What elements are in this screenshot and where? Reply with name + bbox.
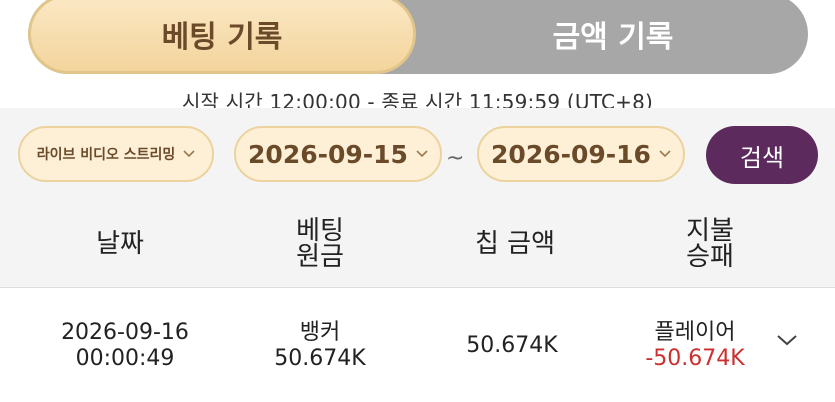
table-row[interactable]: 2026-09-16 00:00:49 뱅커 50.674K 50.674K 플… [0,289,835,402]
chevron-down-icon[interactable] [772,325,802,355]
header-date: 날짜 [50,200,190,288]
cell-result-amount: -50.674K [645,345,745,371]
cell-result: 플레이어 -50.674K [620,289,770,402]
cell-chip-amount: 50.674K [466,332,558,358]
chevron-down-icon [183,146,195,162]
source-select[interactable]: 라이브 비디오 스트리밍 [18,126,214,182]
end-date-value: 2026-09-16 [491,139,651,169]
tab-amount-record[interactable]: 금액 기록 [418,0,808,74]
cell-date-day: 2026-09-16 [61,319,189,345]
record-tab-switch: 베팅 기록 금액 기록 [28,0,808,74]
start-date-value: 2026-09-15 [248,139,408,169]
cell-date-time: 00:00:49 [75,345,175,371]
header-bet-line1: 베팅 [296,216,344,246]
header-chip-label: 칩 금액 [474,229,556,259]
header-bet-line2: 원금 [296,242,344,272]
start-date-picker[interactable]: 2026-09-15 [234,126,442,182]
header-payout-result: 지불 승패 [640,200,780,288]
search-button-label: 검색 [739,143,785,172]
header-result-line1: 지불 [686,216,734,246]
cell-bet-side: 뱅커 [299,319,341,345]
table-header: 날짜 베팅 원금 칩 금액 지불 승패 [0,200,835,288]
header-chip-amount: 칩 금액 [440,200,590,288]
cell-date: 2026-09-16 00:00:49 [30,289,220,402]
betting-history-page: 베팅 기록 금액 기록 시작 시간 12:00:00 - 종료 시간 11:59… [0,0,835,402]
cell-bet: 뱅커 50.674K [240,289,400,402]
end-date-picker[interactable]: 2026-09-16 [477,126,685,182]
cell-result-side: 플레이어 [654,319,736,345]
chevron-down-icon [659,146,671,162]
tab-bet-record[interactable]: 베팅 기록 [28,0,416,74]
tab-amount-record-label: 금액 기록 [552,20,674,55]
date-range-separator: ~ [446,146,465,171]
header-date-label: 날짜 [96,229,144,259]
search-button[interactable]: 검색 [706,126,818,184]
cell-chip: 50.674K [432,289,592,402]
cell-bet-amount: 50.674K [274,345,366,371]
tab-bet-record-label: 베팅 기록 [161,20,283,55]
header-bet-principal: 베팅 원금 [250,200,390,288]
header-result-line2: 승패 [686,242,734,272]
source-select-value: 라이브 비디오 스트리밍 [36,147,176,163]
chevron-down-icon [416,146,428,162]
